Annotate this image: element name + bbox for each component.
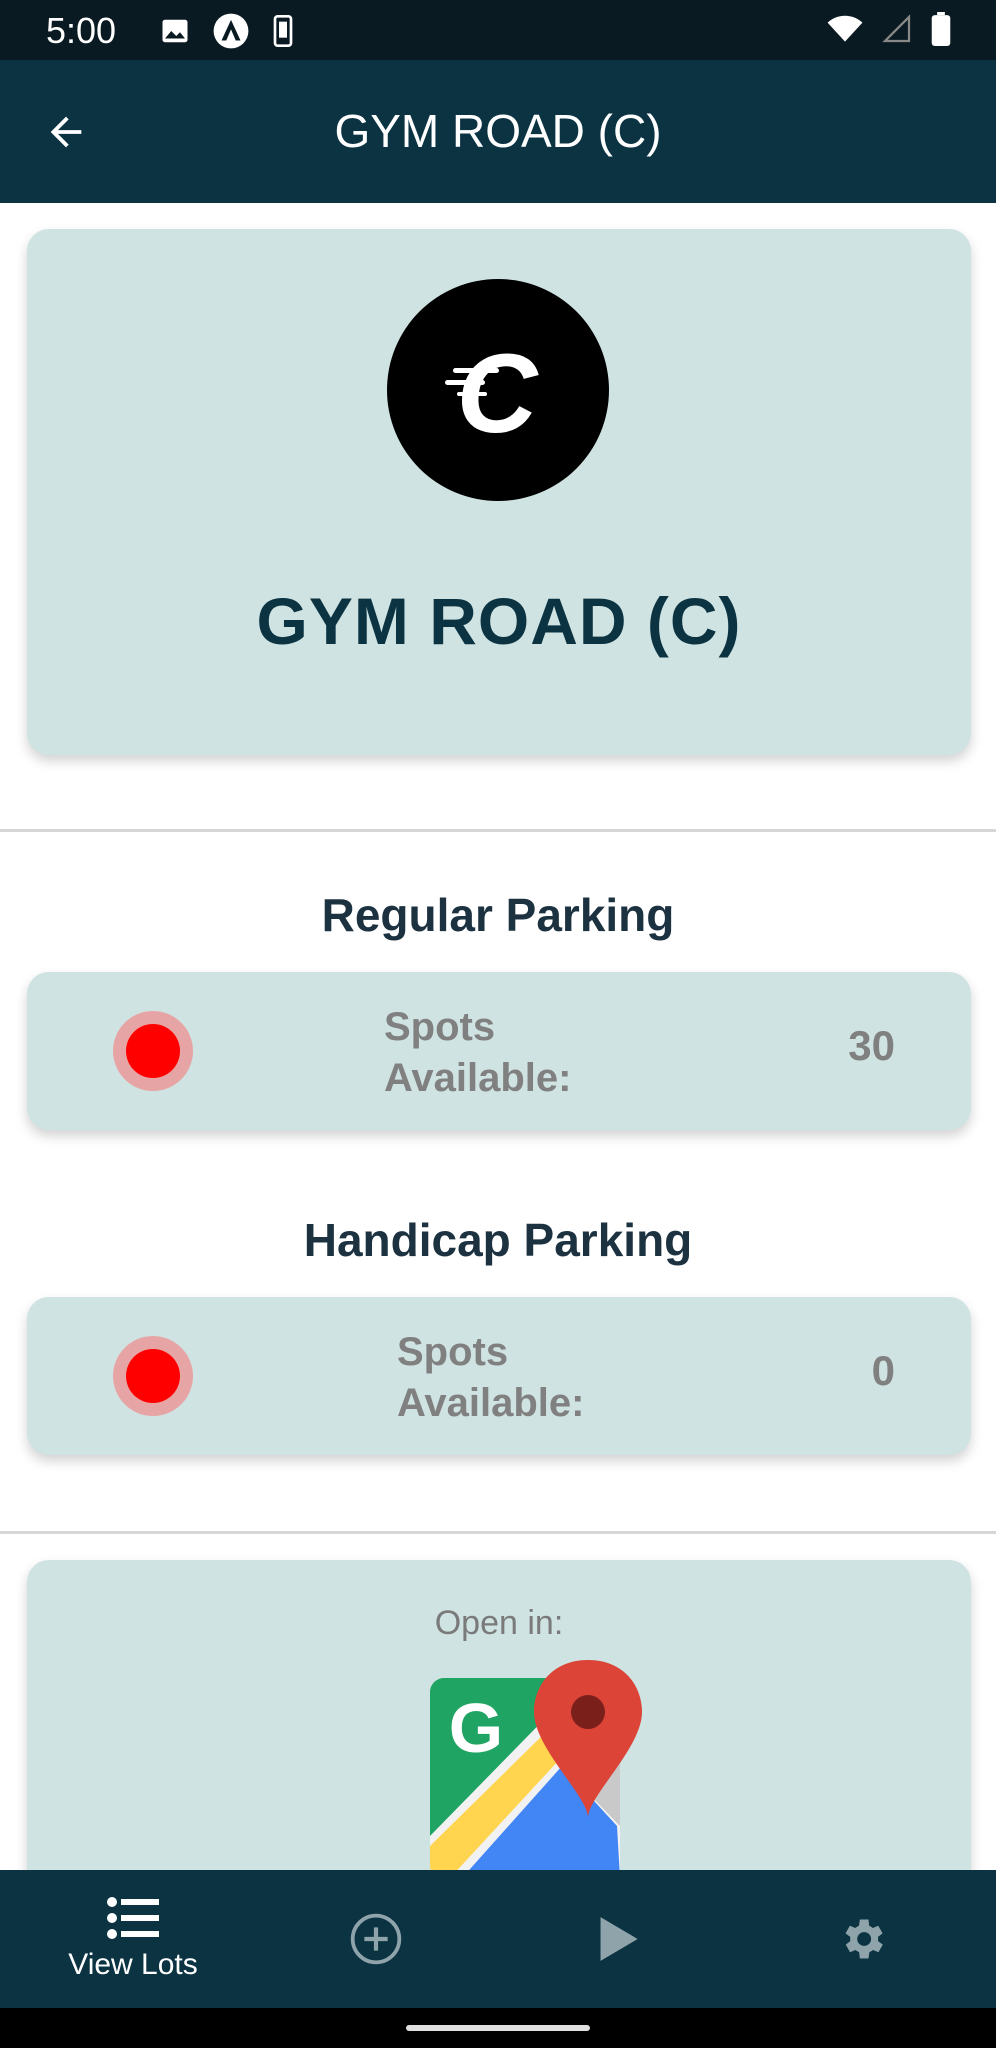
lot-header-card: C GYM ROAD (C) [27,229,971,755]
app-a-icon [213,13,249,49]
logo-letter: C [457,331,540,450]
status-dot [126,1349,180,1403]
nav-view-lots-label: View Lots [68,1948,198,1981]
signal-icon [882,14,911,43]
image-icon [162,19,188,43]
regular-status-indicator [113,1011,193,1091]
handicap-parking-card: Spots Available: 0 [27,1297,971,1455]
battery-icon [931,12,951,46]
gear-icon [845,1919,883,1959]
handicap-status-indicator [113,1336,193,1416]
app-bar: GYM ROAD (C) [0,60,996,203]
handicap-parking-heading: Handicap Parking [303,1214,693,1266]
regular-parking-card: Spots Available: 30 [27,972,971,1130]
home-indicator[interactable] [406,2025,590,2031]
lot-logo: C [387,279,609,501]
regular-parking-heading: Regular Parking [321,889,675,941]
status-right-icons [826,12,952,46]
nav-settings[interactable] [782,1870,942,2008]
lot-title: GYM ROAD (C) [256,584,742,658]
status-dot [126,1024,180,1078]
gesture-bar [0,2008,996,2048]
add-circle-icon [350,1913,402,1965]
bottom-navigation: View Lots [0,1870,996,2008]
open-in-label: Open in: [434,1604,564,1642]
divider [0,1531,996,1534]
play-icon [600,1917,638,1961]
logo-c-icon: C [445,331,540,450]
divider [0,829,996,832]
status-bar: 5:00 [0,0,996,60]
google-maps-button[interactable]: G [402,1656,642,1886]
nav-add[interactable] [296,1870,456,2008]
google-maps-icon: G [430,1660,642,1878]
wifi-icon [827,15,863,42]
nav-play[interactable] [538,1870,698,2008]
spots-available-label: Spots Available: [384,1005,572,1100]
nav-view-lots[interactable]: View Lots [40,1870,226,2008]
list-icon [107,1897,159,1939]
phone-icon [273,15,293,47]
svg-text:G: G [449,1689,503,1767]
status-left-icons [160,12,294,50]
regular-spots-count: 30 [848,1022,895,1069]
handicap-spots-count: 0 [871,1347,895,1394]
spots-available-label: Spots Available: [397,1330,585,1425]
app-bar-title: GYM ROAD (C) [334,105,662,157]
status-time: 5:00 [46,10,117,51]
